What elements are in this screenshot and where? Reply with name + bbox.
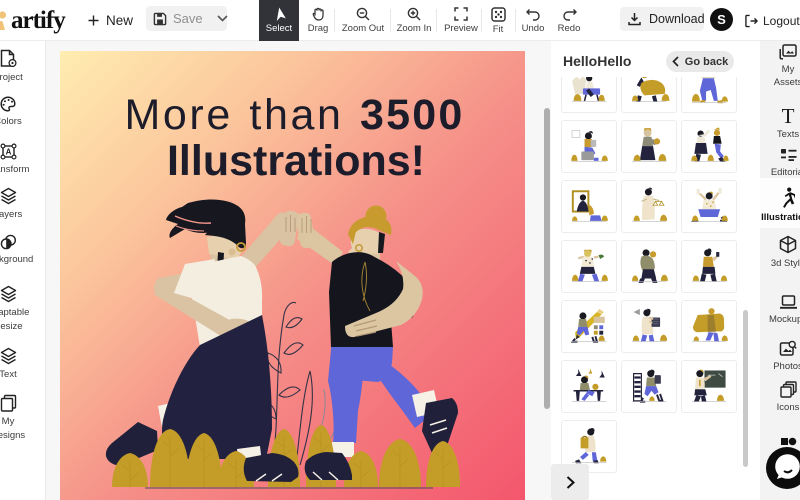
svg-text:T: T xyxy=(782,106,795,125)
svg-text:A: A xyxy=(5,147,11,156)
